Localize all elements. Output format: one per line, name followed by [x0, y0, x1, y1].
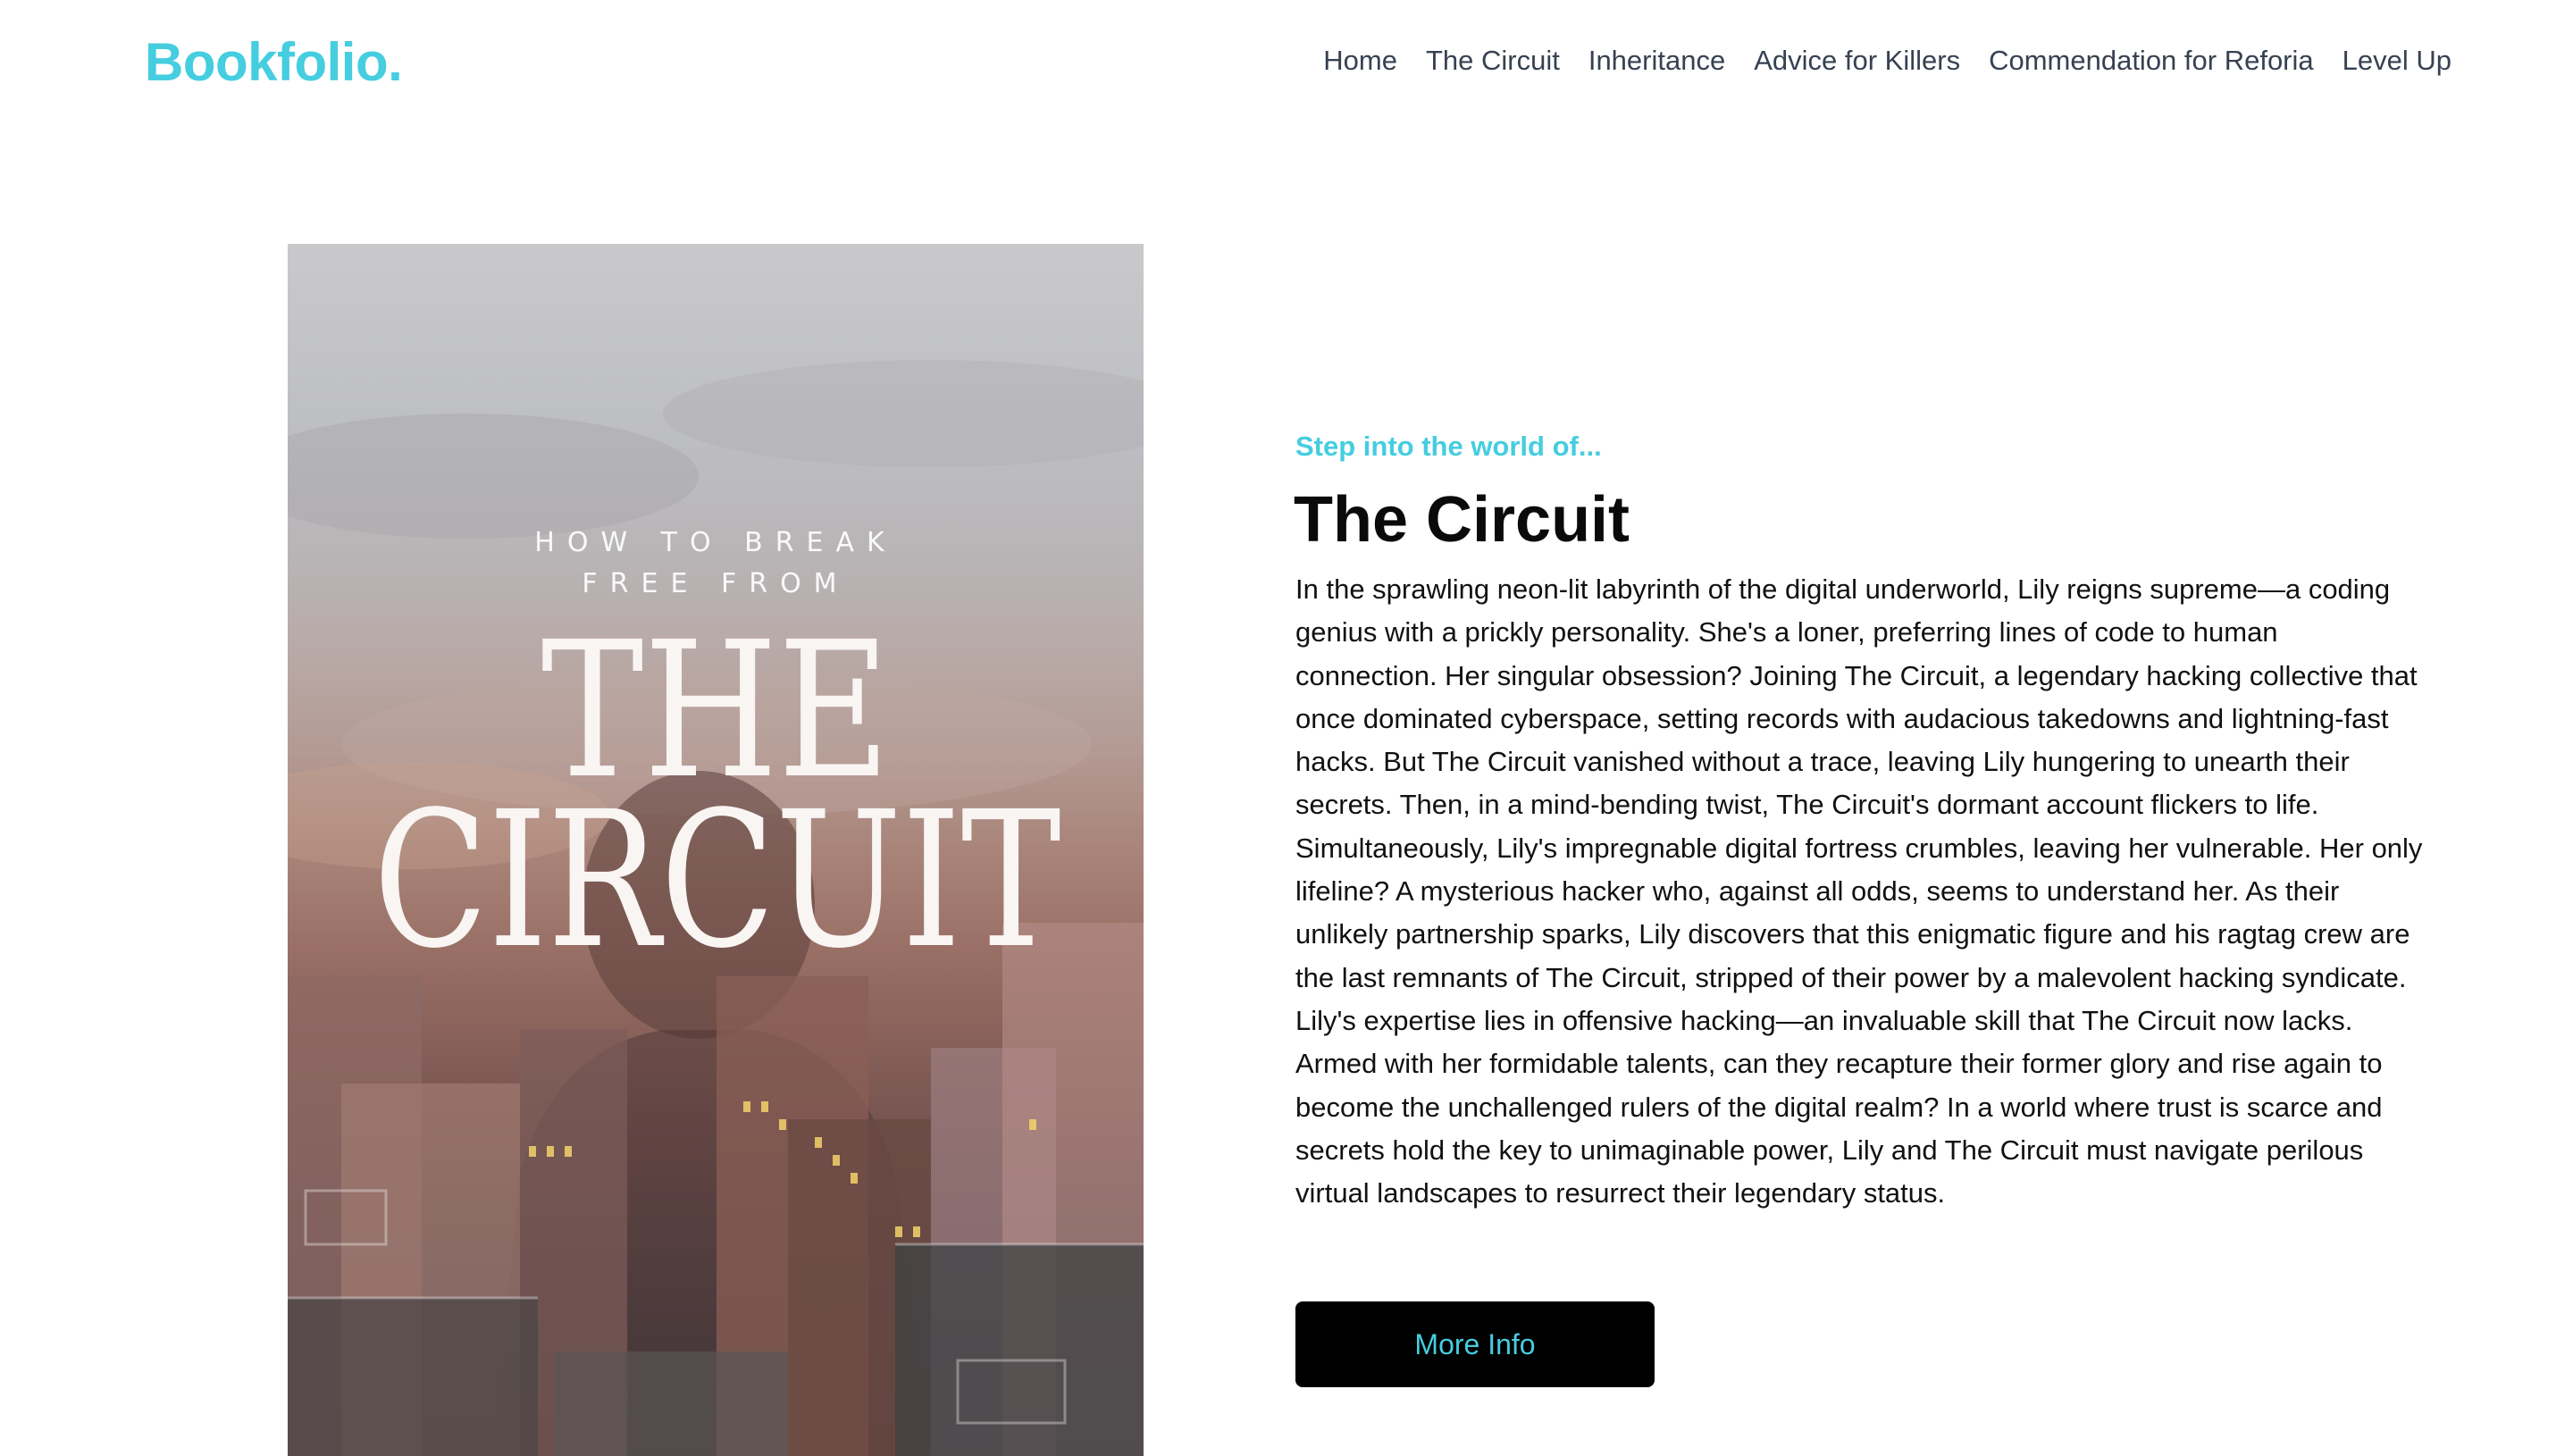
nav-link-inheritance[interactable]: Inheritance [1588, 45, 1725, 76]
nav-link-the-circuit[interactable]: The Circuit [1426, 45, 1560, 76]
nav-link-advice-for-killers[interactable]: Advice for Killers [1754, 45, 1960, 76]
book-title: The Circuit [1294, 484, 1630, 556]
nav-link-commendation-for-reforia[interactable]: Commendation for Reforia [1989, 45, 2314, 76]
cover-title-line-2: CIRCUIT [373, 771, 1061, 990]
cover-tagline-line-1: HOW TO BREAK [534, 527, 897, 558]
hero-eyebrow: Step into the world of... [1295, 431, 1602, 462]
nav-item-inheritance: Inheritance [1588, 39, 1725, 82]
cover-tagline-line-2: FREE FROM [582, 568, 850, 599]
nav-item-home: Home [1323, 39, 1397, 82]
nav-link-home[interactable]: Home [1323, 45, 1397, 76]
nav-item-advice-for-killers: Advice for Killers [1754, 39, 1960, 82]
more-info-button[interactable]: More Info [1295, 1301, 1655, 1387]
nav-item-commendation-for-reforia: Commendation for Reforia [1989, 39, 2314, 82]
nav-item-level-up: Level Up [2343, 39, 2451, 82]
site-header: Bookfolio. Home The Circuit Inheritance … [0, 0, 2573, 125]
nav-item-the-circuit: The Circuit [1426, 39, 1560, 82]
main-nav: Home The Circuit Inheritance Advice for … [1323, 39, 2451, 82]
book-description: In the sprawling neon-lit labyrinth of t… [1295, 573, 2423, 1209]
site-logo[interactable]: Bookfolio. [145, 30, 403, 95]
nav-link-level-up[interactable]: Level Up [2343, 45, 2451, 76]
book-cover-image: HOW TO BREAK FREE FROM THE CIRCUIT [288, 244, 1144, 1456]
